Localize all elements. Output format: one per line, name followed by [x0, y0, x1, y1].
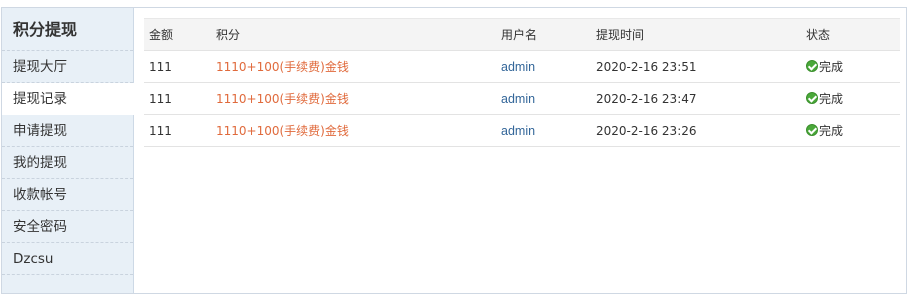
status-label: 完成: [819, 123, 844, 138]
table-row: 111 1110+100(手续费)金钱 admin 2020-2-16 23:4…: [144, 82, 900, 115]
table-row: 111 1110+100(手续费)金钱 admin 2020-2-16 23:2…: [144, 114, 900, 147]
sidebar-item-my-withdrawals[interactable]: 我的提现: [2, 147, 133, 179]
sidebar: 积分提现 提现大厅 提现记录 申请提现 我的提现 收款帐号 安全密码 Dzcsu: [2, 8, 134, 293]
status-badge: 完成: [806, 122, 843, 139]
cell-time: 2020-2-16 23:26: [591, 114, 801, 147]
cell-user: admin: [496, 82, 591, 115]
withdraw-panel: 积分提现 提现大厅 提现记录 申请提现 我的提现 收款帐号 安全密码 Dzcsu…: [1, 7, 907, 294]
cell-amount: 111: [144, 114, 211, 147]
cell-status: 完成: [801, 82, 900, 115]
sidebar-title: 积分提现: [2, 8, 133, 51]
cell-amount: 111: [144, 50, 211, 83]
sidebar-item-withdraw-hall[interactable]: 提现大厅: [2, 51, 133, 83]
check-circle-icon: [806, 124, 818, 137]
column-header-amount: 金额: [144, 18, 211, 51]
status-badge: 完成: [806, 90, 843, 107]
cell-points: 1110+100(手续费)金钱: [211, 114, 496, 147]
table-header-row: 金额 积分 用户名 提现时间 状态: [144, 18, 900, 51]
column-header-user: 用户名: [496, 18, 591, 51]
cell-points: 1110+100(手续费)金钱: [211, 50, 496, 83]
sidebar-item-withdraw-records[interactable]: 提现记录: [2, 83, 134, 115]
status-badge: 完成: [806, 58, 843, 75]
status-label: 完成: [819, 59, 844, 74]
column-header-time: 提现时间: [591, 18, 801, 51]
cell-time: 2020-2-16 23:47: [591, 82, 801, 115]
column-header-status: 状态: [801, 18, 900, 51]
main-content: 金额 积分 用户名 提现时间 状态 111 1110+100(手续费)金钱 ad…: [144, 18, 900, 147]
sidebar-item-payee-account[interactable]: 收款帐号: [2, 179, 133, 211]
column-header-points: 积分: [211, 18, 496, 51]
cell-status: 完成: [801, 50, 900, 83]
withdraw-records-table: 金额 积分 用户名 提现时间 状态 111 1110+100(手续费)金钱 ad…: [144, 18, 900, 147]
check-circle-icon: [806, 60, 818, 73]
cell-user: admin: [496, 114, 591, 147]
check-circle-icon: [806, 92, 818, 105]
cell-time: 2020-2-16 23:51: [591, 50, 801, 83]
sidebar-item-security-password[interactable]: 安全密码: [2, 211, 133, 243]
cell-user: admin: [496, 50, 591, 83]
cell-amount: 111: [144, 82, 211, 115]
table-row: 111 1110+100(手续费)金钱 admin 2020-2-16 23:5…: [144, 50, 900, 83]
sidebar-item-dzcsu[interactable]: Dzcsu: [2, 243, 133, 275]
cell-points: 1110+100(手续费)金钱: [211, 82, 496, 115]
status-label: 完成: [819, 91, 844, 106]
cell-status: 完成: [801, 114, 900, 147]
sidebar-item-apply-withdraw[interactable]: 申请提现: [2, 115, 133, 147]
